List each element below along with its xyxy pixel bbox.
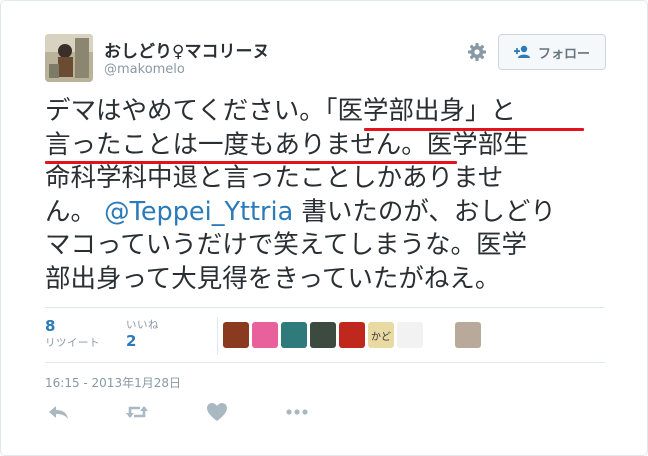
stats-divider	[217, 317, 218, 355]
follow-person-icon	[513, 45, 530, 58]
liker-avatar-7[interactable]	[397, 322, 423, 348]
tweet-line: 命科学科中退と言ったことしかありませ	[45, 162, 620, 196]
retweet-stat[interactable]: 8 リツイート	[45, 317, 100, 350]
gear-icon[interactable]	[467, 42, 487, 62]
retweet-label: リツイート	[45, 337, 100, 349]
user-handle[interactable]: @makomelo	[104, 62, 185, 77]
tweet-text-segment: 言ったことは一度もありません。	[45, 129, 427, 160]
tweet-text-segment: 医学部生	[426, 129, 529, 160]
tweet-text-segment: 命科学科中退と言ったことしかありませ	[45, 163, 504, 193]
tweet-text: デマはやめてください。「医学部出身」と 言ったことは一度もありません。医学部生 …	[45, 95, 620, 296]
display-name[interactable]: おしどり♀マコリーヌ	[104, 37, 269, 62]
liker-avatar-5[interactable]	[339, 322, 365, 348]
tweet-text-segment: 書いたのが、おしどり	[293, 196, 556, 227]
retweet-count: 8	[45, 317, 56, 335]
tweet-text-segment: 「医学部出身」と	[324, 96, 517, 126]
tweet-line: ん。 @Teppei_Yttria 書いたのが、おしどり	[45, 196, 620, 230]
avatar[interactable]	[45, 34, 93, 82]
like-count: 2	[126, 332, 137, 350]
divider-top	[45, 307, 605, 308]
follow-button[interactable]: フォロー	[498, 34, 606, 70]
red-underline-2	[45, 161, 457, 164]
mention-link[interactable]: @Teppei_Yttria	[104, 197, 293, 227]
liker-avatar-4[interactable]	[310, 322, 336, 348]
tweet-card: おしどり♀マコリーヌ @makomelo フォロー デマはやめてください。「医学…	[0, 0, 648, 456]
liker-avatar-10[interactable]	[484, 322, 510, 348]
retweet-icon[interactable]	[125, 401, 149, 423]
tweet-line: 言ったことは一度もありません。医学部生	[45, 129, 620, 163]
liker-avatar-3[interactable]	[281, 322, 307, 348]
like-stat[interactable]: いいね 2	[126, 317, 159, 350]
liker-avatar-2[interactable]	[252, 322, 278, 348]
reply-icon[interactable]	[47, 401, 71, 423]
like-heart-icon[interactable]	[205, 401, 229, 423]
like-label: いいね	[126, 319, 159, 331]
tweet-text-segment: 部出身って大見得をきっていたがねえ。	[45, 263, 501, 294]
red-underline-1	[364, 128, 584, 131]
liker-avatar-8[interactable]	[426, 322, 452, 348]
tweet-line: デマはやめてください。「医学部出身」と	[45, 95, 620, 129]
tweet-line: 部出身って大見得をきっていたがねえ。	[45, 263, 620, 297]
follow-button-label: フォロー	[537, 46, 590, 62]
more-icon[interactable]	[285, 401, 309, 423]
likers-list: かど	[223, 322, 510, 348]
liker-avatar-9[interactable]	[455, 322, 481, 348]
divider-mid	[45, 362, 605, 363]
tweet-timestamp[interactable]: 16:15 - 2013年1月28日	[45, 374, 181, 391]
liker-avatar-6[interactable]: かど	[368, 322, 394, 348]
tweet-text-segment: ん。	[45, 196, 105, 227]
liker-avatar-1[interactable]	[223, 322, 249, 348]
tweet-text-segment: マコっていうだけで笑えてしまうな。医学	[45, 230, 527, 260]
tweet-line: マコっていうだけで笑えてしまうな。医学	[45, 229, 620, 263]
tweet-text-segment: デマはやめてください。	[45, 96, 325, 126]
